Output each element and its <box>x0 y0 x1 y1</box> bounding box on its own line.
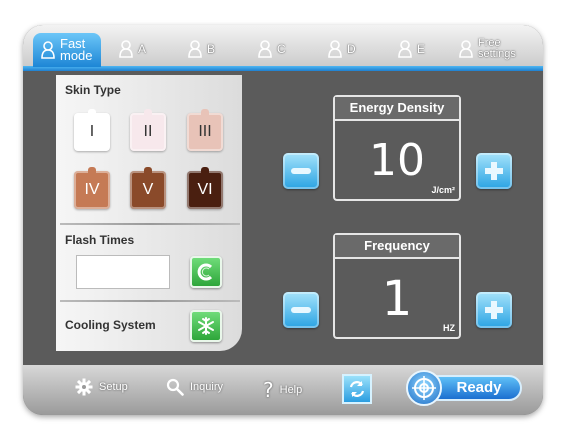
frequency-decrease-button[interactable] <box>283 292 319 328</box>
tab-e[interactable]: E <box>398 33 425 65</box>
help-button[interactable]: ? Help <box>263 378 302 402</box>
cooling-toggle-button[interactable] <box>190 310 222 342</box>
skin-type-label: VI <box>197 181 213 198</box>
energy-density-display: Energy Density 10 J/cm² <box>333 95 461 201</box>
skin-type-label: V <box>142 181 154 198</box>
question-icon: ? <box>263 378 274 402</box>
search-icon <box>166 378 184 396</box>
minus-icon <box>291 307 311 313</box>
skin-type-1-button[interactable]: I <box>74 109 110 151</box>
inquiry-button[interactable]: Inquiry <box>166 378 223 396</box>
plus-icon <box>485 301 503 319</box>
frequency-increase-button[interactable] <box>476 292 512 328</box>
setup-button[interactable]: Setup <box>75 378 128 396</box>
settings-panel: Skin Type I II III IV V VI Flash Times C… <box>56 75 242 351</box>
frequency-title: Frequency <box>335 235 459 259</box>
tab-label: Free settings <box>478 37 516 60</box>
refresh-button[interactable] <box>342 374 372 404</box>
inquiry-label: Inquiry <box>190 381 224 393</box>
tab-d[interactable]: D <box>328 33 356 65</box>
person-icon <box>119 40 133 58</box>
person-icon <box>398 40 412 58</box>
plus-icon <box>485 162 503 180</box>
tab-label: E <box>417 42 426 56</box>
reset-c-icon <box>197 263 213 281</box>
skin-type-5-button[interactable]: V <box>130 167 166 209</box>
tab-c[interactable]: C <box>258 33 286 65</box>
refresh-icon <box>349 381 365 397</box>
setup-label: Setup <box>99 381 128 393</box>
ready-button[interactable]: Ready <box>406 370 524 406</box>
skin-type-4-button[interactable]: IV <box>74 167 110 209</box>
tab-a[interactable]: A <box>119 33 146 65</box>
tab-b[interactable]: B <box>188 33 215 65</box>
divider <box>60 223 240 225</box>
flash-times-title: Flash Times <box>65 233 135 247</box>
person-icon <box>459 40 473 58</box>
person-icon <box>258 40 272 58</box>
energy-decrease-button[interactable] <box>283 153 319 189</box>
tab-fast-mode[interactable]: Fast mode <box>33 33 101 67</box>
snowflake-icon <box>198 317 214 335</box>
skin-type-label: III <box>198 123 212 140</box>
skin-type-label: I <box>89 123 95 140</box>
reset-flash-button[interactable] <box>190 256 222 288</box>
gear-icon <box>75 378 93 396</box>
tab-label: C <box>277 42 286 56</box>
minus-icon <box>291 168 311 174</box>
energy-density-value: 10 <box>369 135 425 186</box>
skin-type-6-button[interactable]: VI <box>187 167 223 209</box>
frequency-unit: HZ <box>443 323 455 333</box>
target-icon <box>406 370 442 406</box>
skin-type-3-button[interactable]: III <box>187 109 223 151</box>
tab-label: D <box>347 42 356 56</box>
tab-underline <box>23 66 543 71</box>
tab-label: Fast mode <box>60 36 93 63</box>
device-screen: Fast mode A B C D E Free settings Skin T… <box>23 25 543 415</box>
frequency-display: Frequency 1 HZ <box>333 233 461 339</box>
person-icon <box>41 41 55 59</box>
energy-density-unit: J/cm² <box>431 185 455 195</box>
frequency-value: 1 <box>381 271 413 327</box>
energy-density-title: Energy Density <box>335 97 459 121</box>
person-icon <box>328 40 342 58</box>
help-label: Help <box>279 384 303 396</box>
skin-type-2-button[interactable]: II <box>130 109 166 151</box>
cooling-system-title: Cooling System <box>65 318 156 332</box>
energy-increase-button[interactable] <box>476 153 512 189</box>
tab-free-settings[interactable]: Free settings <box>459 33 516 65</box>
divider <box>60 300 240 302</box>
flash-times-field[interactable] <box>76 255 170 289</box>
skin-type-title: Skin Type <box>65 83 121 97</box>
skin-type-label: II <box>143 123 153 140</box>
person-icon <box>188 40 202 58</box>
tab-label: B <box>207 42 216 56</box>
tab-label: A <box>138 42 147 56</box>
skin-type-label: IV <box>84 181 100 198</box>
